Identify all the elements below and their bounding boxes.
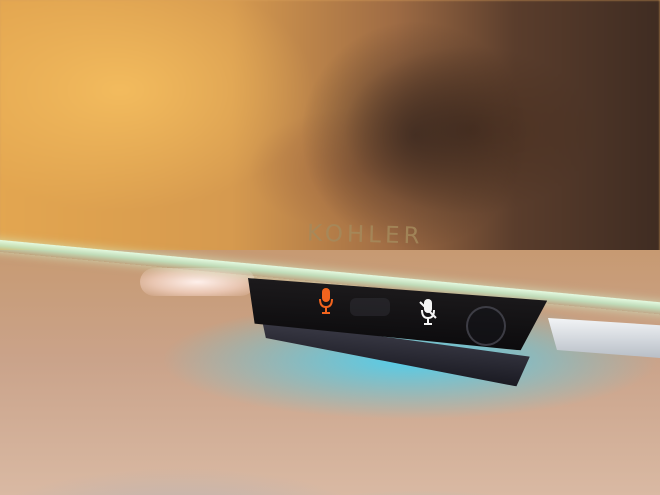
microphone-orange-icon[interactable] [318,287,334,315]
brand-logo: KOHLER [306,220,424,250]
blurred-reflection [300,20,530,250]
kohler-mirror-photo: KOHLER [0,0,660,495]
indicator-slot [350,298,390,316]
microphone-muted-white-icon[interactable] [418,298,438,326]
round-button[interactable] [466,306,506,346]
